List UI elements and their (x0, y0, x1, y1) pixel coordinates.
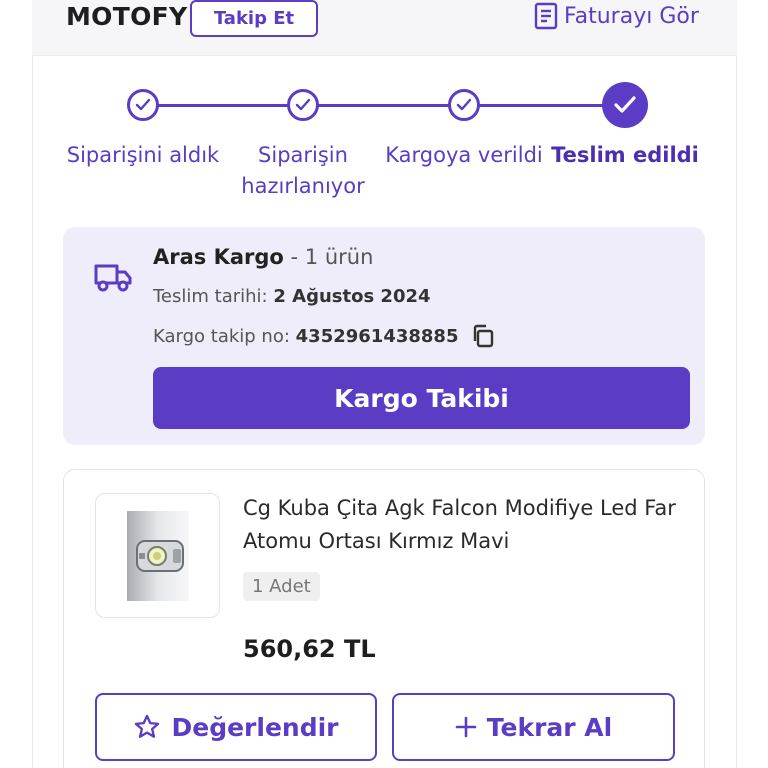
shipment-card: Aras Kargo - 1 ürün Teslim tarihi: 2 Ağu… (63, 227, 705, 445)
right-divider (736, 0, 737, 768)
delivery-date: 2 Ağustos 2024 (273, 286, 431, 307)
step-4-check-icon (602, 82, 648, 128)
tracking-line: Kargo takip no: 4352961438885 (153, 323, 496, 349)
track-shipment-button[interactable]: Kargo Takibi (153, 367, 690, 429)
reorder-button[interactable]: Tekrar Al (392, 693, 675, 761)
reorder-label: Tekrar Al (486, 712, 613, 742)
quantity-badge: 1 Adet (243, 572, 320, 601)
step-4-label: Teslim edildi (551, 143, 699, 167)
carrier-name: Aras Kargo (153, 245, 284, 269)
product-title[interactable]: Cg Kuba Çita Agk Falcon Modifiye Led Far… (243, 492, 683, 558)
tracking-label: Kargo takip no: (153, 325, 290, 347)
delivery-date-label: Teslim tarihi: (153, 286, 268, 307)
rate-label: Değerlendir (171, 712, 339, 742)
order-detail-page: MOTOFY Takip Et Faturayı Gör Siparişini … (0, 0, 768, 768)
item-count: - 1 ürün (290, 245, 374, 269)
product-image[interactable] (95, 493, 220, 618)
progress-line (143, 104, 625, 107)
document-icon (534, 2, 558, 30)
step-2-label: Siparişin hazırlanıyor (241, 143, 365, 198)
product-card: Cg Kuba Çita Agk Falcon Modifiye Led Far… (63, 469, 705, 768)
headlight-image (126, 510, 189, 601)
store-header: MOTOFY Takip Et Faturayı Gör (32, 0, 737, 56)
step-1-check-icon (127, 89, 159, 121)
plus-icon (455, 716, 477, 738)
product-price: 560,62 TL (243, 635, 376, 663)
left-divider (32, 0, 33, 768)
view-invoice-link[interactable]: Faturayı Gör (534, 2, 699, 30)
rate-button[interactable]: Değerlendir (95, 693, 377, 761)
step-3-check-icon (448, 89, 480, 121)
follow-button[interactable]: Takip Et (190, 0, 318, 37)
step-2-check-icon (287, 89, 319, 121)
step-1-label: Siparişini aldık (66, 143, 220, 167)
truck-icon (94, 264, 132, 292)
star-icon (135, 714, 160, 738)
invoice-label: Faturayı Gör (564, 3, 699, 29)
store-name[interactable]: MOTOFY (66, 2, 187, 31)
delivery-date-line: Teslim tarihi: 2 Ağustos 2024 (153, 286, 431, 307)
copy-icon[interactable] (470, 323, 496, 349)
tracking-number: 4352961438885 (295, 325, 459, 347)
step-3-label: Kargoya verildi (385, 143, 543, 167)
carrier-line: Aras Kargo - 1 ürün (153, 245, 373, 269)
